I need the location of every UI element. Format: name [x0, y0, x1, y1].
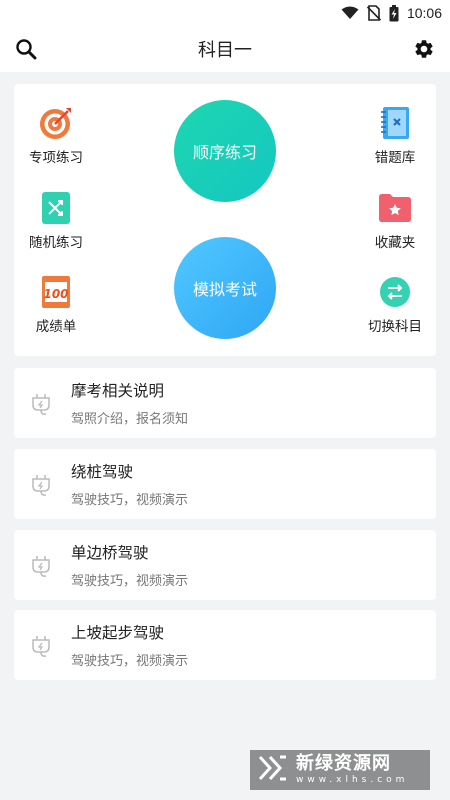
score-report-button[interactable]: 100 成绩单: [11, 274, 101, 335]
search-icon[interactable]: [14, 37, 38, 61]
score-report-label: 成绩单: [35, 319, 77, 335]
swap-icon: [377, 274, 413, 310]
wifi-icon: [341, 6, 359, 20]
status-bar: 10:06: [0, 0, 450, 26]
switch-subject-button[interactable]: 切换科目: [350, 274, 440, 335]
random-practice-button[interactable]: 随机练习: [11, 190, 101, 251]
favorites-label: 收藏夹: [374, 235, 416, 251]
app-bar: 科目一: [0, 26, 450, 72]
list-item[interactable]: 绕桩驾驶 驾驶技巧，视频演示: [14, 449, 436, 519]
special-practice-button[interactable]: 专项练习: [11, 105, 101, 166]
battery-charging-icon: [389, 4, 399, 22]
list-item-title: 摩考相关说明: [71, 382, 165, 400]
folder-star-icon: [377, 190, 413, 226]
shuffle-icon: [38, 190, 74, 226]
switch-subject-label: 切换科目: [368, 319, 422, 335]
list-item-subtitle: 驾驶技巧，视频演示: [71, 574, 189, 589]
favorites-button[interactable]: 收藏夹: [350, 190, 440, 251]
status-time: 10:06: [406, 5, 442, 21]
random-practice-label: 随机练习: [29, 235, 83, 251]
gear-icon[interactable]: [412, 37, 436, 61]
feature-card: 专项练习 随机练习 100 成绩单 错题库 收藏夹 切换科目 顺序练习 模拟考试: [14, 84, 436, 356]
sequential-practice-button[interactable]: 顺序练习: [174, 100, 276, 202]
page-title: 科目一: [198, 40, 252, 61]
mistakes-label: 错题库: [374, 150, 416, 166]
plug-icon: [28, 552, 56, 580]
list-item-subtitle: 驾驶技巧，视频演示: [71, 493, 189, 508]
svg-text:100: 100: [43, 287, 68, 301]
sequential-practice-label: 顺序练习: [192, 143, 257, 162]
plug-icon: [28, 471, 56, 499]
mock-exam-label: 模拟考试: [192, 280, 257, 299]
watermark-text: 新绿资源网 www.xlhs.com: [296, 754, 408, 786]
watermark-logo-icon: [258, 753, 288, 787]
watermark-name: 新绿资源网: [296, 753, 391, 774]
score-100-icon: 100: [38, 274, 74, 310]
notebook-x-icon: [377, 105, 413, 141]
list-item-title: 上坡起步驾驶: [71, 624, 165, 642]
target-icon: [38, 105, 74, 141]
watermark-url: www.xlhs.com: [296, 775, 409, 785]
mistakes-button[interactable]: 错题库: [350, 105, 440, 166]
list-item[interactable]: 上坡起步驾驶 驾驶技巧，视频演示: [14, 610, 436, 680]
list-item-title: 单边桥驾驶: [71, 544, 149, 562]
no-sim-icon: [366, 5, 381, 21]
list-item[interactable]: 摩考相关说明 驾照介绍，报名须知: [14, 368, 436, 438]
plug-icon: [28, 632, 56, 660]
list-item-title: 绕桩驾驶: [71, 463, 134, 481]
plug-icon: [28, 390, 56, 418]
list-item[interactable]: 单边桥驾驶 驾驶技巧，视频演示: [14, 530, 436, 600]
list-item-subtitle: 驾照介绍，报名须知: [71, 412, 189, 427]
list-item-subtitle: 驾驶技巧，视频演示: [71, 654, 189, 669]
special-practice-label: 专项练习: [29, 150, 83, 166]
watermark: 新绿资源网 www.xlhs.com: [250, 750, 430, 790]
mock-exam-button[interactable]: 模拟考试: [174, 237, 276, 339]
